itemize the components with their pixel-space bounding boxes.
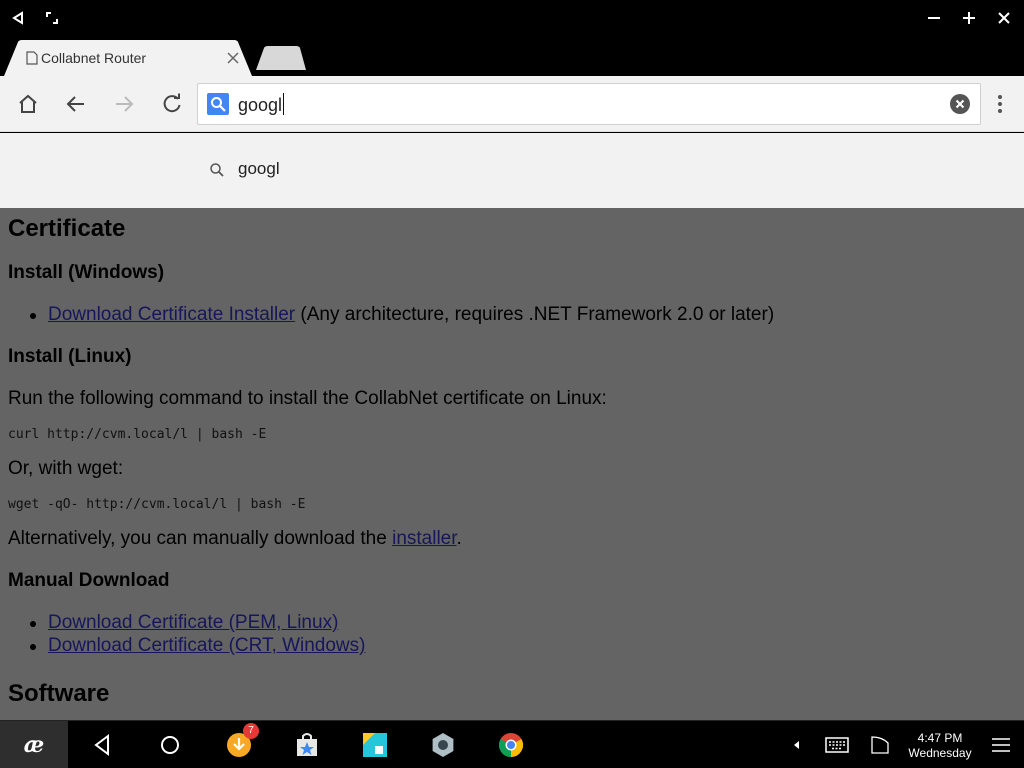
tray-expand-icon[interactable] [786,735,806,755]
install-linux-heading: Install (Linux) [8,346,132,367]
installer-link[interactable]: installer [392,528,456,549]
window-titlebar [0,0,1024,36]
clock-day[interactable]: Wednesday [900,746,980,760]
suggestion-dropdown: googl [0,133,1024,208]
nav-back-icon[interactable] [88,731,116,759]
tab-collabnet-router[interactable]: Collabnet Router [4,40,252,76]
clear-input-icon[interactable] [950,94,970,114]
search-icon [210,163,224,177]
home-icon[interactable] [14,90,42,118]
tab-close-icon[interactable] [224,49,242,67]
notes-app-icon[interactable] [361,731,389,759]
tab-title: Collabnet Router [41,50,147,66]
overflow-menu-icon[interactable] [988,90,1012,118]
restore-icon[interactable] [40,6,64,30]
taskbar: æ 7 4:47 PM Wednesday [0,720,1024,768]
page-content: Certificate Install (Windows) Download C… [0,208,1024,720]
back-arrow-icon[interactable] [6,6,30,30]
list-item: Download Certificate (PEM, Linux) [48,612,338,634]
nav-home-icon[interactable] [156,731,184,759]
download-crt-link[interactable]: Download Certificate (CRT, Windows) [48,635,365,656]
start-menu-button[interactable]: æ [0,721,68,768]
list-bullet [30,621,36,627]
list-item: Download Certificate (CRT, Windows) [48,635,365,657]
reload-icon[interactable] [158,90,186,118]
list-bullet [30,644,36,650]
search-engine-icon [207,93,229,115]
manual-download-heading: Manual Download [8,570,170,591]
document-icon [26,51,38,65]
back-icon[interactable] [62,90,90,118]
keyboard-icon[interactable] [824,733,850,757]
store-app-icon[interactable] [293,731,321,759]
signal-icon[interactable] [868,733,892,757]
suggestion-item[interactable]: googl [0,133,1024,208]
maximize-icon[interactable] [957,6,981,30]
page-title: Certificate [8,215,126,242]
address-bar[interactable]: googl [197,83,981,125]
list-item: Download Certificate Installer (Any arch… [48,304,774,326]
settings-app-icon[interactable] [429,731,457,759]
notification-badge: 7 [243,723,259,739]
close-window-icon[interactable] [992,6,1016,30]
text-caret [283,93,285,115]
list-bullet [30,313,36,319]
notifications-menu-icon[interactable] [990,735,1012,755]
software-heading: Software [8,680,110,707]
browser-toolbar: googl [0,76,1024,132]
alternative-text: Alternatively, you can manually download… [8,528,462,549]
address-input[interactable]: googl [238,93,285,116]
minimize-icon[interactable] [922,6,946,30]
forward-icon[interactable] [110,90,138,118]
linux-intro: Run the following command to install the… [8,388,607,409]
wget-command: wget -qO- http://cvm.local/l | bash -E [8,497,306,512]
install-windows-heading: Install (Windows) [8,262,165,283]
curl-command: curl http://cvm.local/l | bash -E [8,427,267,442]
download-pem-link[interactable]: Download Certificate (PEM, Linux) [48,612,338,633]
suggestion-text: googl [238,159,280,178]
chrome-app-icon[interactable] [497,731,525,759]
download-installer-link[interactable]: Download Certificate Installer [48,304,295,325]
new-tab-button[interactable] [256,46,306,70]
clock-time[interactable]: 4:47 PM [900,731,980,745]
installer-note: (Any architecture, requires .NET Framewo… [300,304,775,325]
wget-intro: Or, with wget: [8,458,124,479]
